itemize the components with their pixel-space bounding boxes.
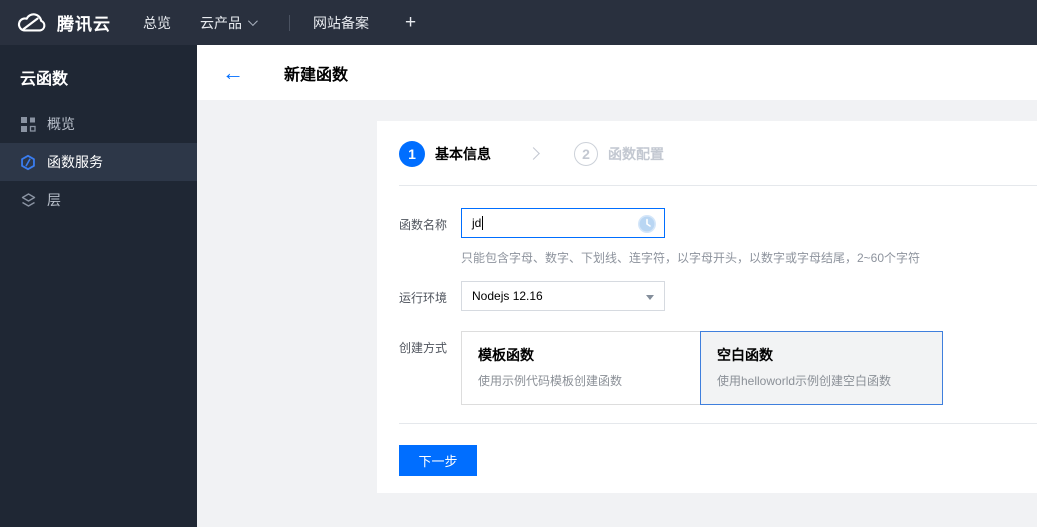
step-indicator: 1 基本信息 2 函数配置: [377, 121, 664, 186]
function-service-icon: [20, 154, 36, 170]
nav-item-overview[interactable]: 总览: [140, 13, 174, 33]
function-name-input[interactable]: jd: [461, 208, 665, 238]
add-tab-button[interactable]: +: [405, 12, 416, 34]
sidebar-item-overview[interactable]: 概览: [0, 105, 197, 143]
step-1-circle: 1: [399, 140, 425, 167]
divider: [399, 423, 1037, 424]
step-separator-chevron-icon: [527, 147, 540, 160]
create-function-card: 1 基本信息 2 函数配置 函数名称 jd 只能包含字母、数字、下划线、连字符，…: [377, 121, 1037, 493]
next-step-button[interactable]: 下一步: [399, 445, 477, 476]
sidebar-item-layers-label: 层: [47, 192, 61, 208]
function-name-value: jd: [472, 216, 482, 230]
creation-method-label: 创建方式: [399, 341, 448, 355]
option-blank-function-title: 空白函数: [717, 347, 773, 363]
option-template-function-desc: 使用示例代码模板创建函数: [478, 374, 623, 388]
sidebar-item-function-service-label: 函数服务: [47, 154, 103, 170]
caret-down-icon: [646, 295, 654, 300]
runtime-select-value: Nodejs 12.16: [472, 289, 543, 303]
top-navbar: 腾讯云 总览 云产品 网站备案 +: [0, 0, 1037, 45]
option-template-function-title: 模板函数: [478, 347, 534, 363]
tencent-cloud-logo-icon: [15, 11, 47, 34]
nav-item-overview-label: 总览: [143, 14, 171, 31]
brand[interactable]: 腾讯云: [0, 10, 140, 35]
creation-method-options: 模板函数 使用示例代码模板创建函数 空白函数 使用helloworld示例创建空…: [461, 331, 943, 405]
sidebar-item-function-service[interactable]: 函数服务: [0, 143, 197, 181]
nav-item-icp-record[interactable]: 网站备案: [310, 13, 372, 33]
sidebar-item-layers[interactable]: 层: [0, 181, 197, 219]
brand-name: 腾讯云: [57, 15, 111, 34]
step-2-label: 函数配置: [608, 145, 664, 162]
option-blank-function[interactable]: 空白函数 使用helloworld示例创建空白函数: [700, 331, 943, 405]
text-cursor: [482, 216, 484, 230]
sidebar-item-overview-label: 概览: [47, 116, 75, 132]
clock-icon: [637, 214, 657, 237]
nav-divider: [289, 14, 290, 31]
page-header: ← 新建函数: [197, 45, 1037, 100]
nav-item-cloud-products-label: 云产品: [200, 14, 242, 31]
divider: [399, 185, 1037, 186]
sidebar: 云函数 概览 函数服务 层: [0, 45, 197, 527]
step-basic-info: 1 基本信息: [399, 140, 491, 167]
page-title: 新建函数: [284, 66, 349, 84]
grid-icon: [20, 116, 36, 132]
runtime-select[interactable]: Nodejs 12.16: [461, 281, 665, 311]
function-name-label: 函数名称: [399, 218, 448, 232]
step-function-config: 2 函数配置: [574, 141, 664, 166]
nav-item-cloud-products[interactable]: 云产品: [197, 13, 258, 33]
content-area: 1 基本信息 2 函数配置 函数名称 jd 只能包含字母、数字、下划线、连字符，…: [197, 100, 1037, 527]
function-name-hint: 只能包含字母、数字、下划线、连字符，以字母开头，以数字或字母结尾，2~60个字符: [461, 251, 921, 265]
nav-item-icp-record-label: 网站备案: [313, 14, 369, 31]
step-1-label: 基本信息: [435, 145, 491, 162]
layers-icon: [20, 192, 36, 208]
step-2-circle: 2: [574, 141, 598, 166]
back-arrow-icon[interactable]: ←: [222, 61, 244, 84]
option-blank-function-desc: 使用helloworld示例创建空白函数: [717, 374, 892, 388]
chevron-down-icon: [247, 16, 258, 27]
option-template-function[interactable]: 模板函数 使用示例代码模板创建函数: [461, 331, 701, 405]
runtime-label: 运行环境: [399, 291, 448, 305]
sidebar-title: 云函数: [20, 71, 69, 88]
